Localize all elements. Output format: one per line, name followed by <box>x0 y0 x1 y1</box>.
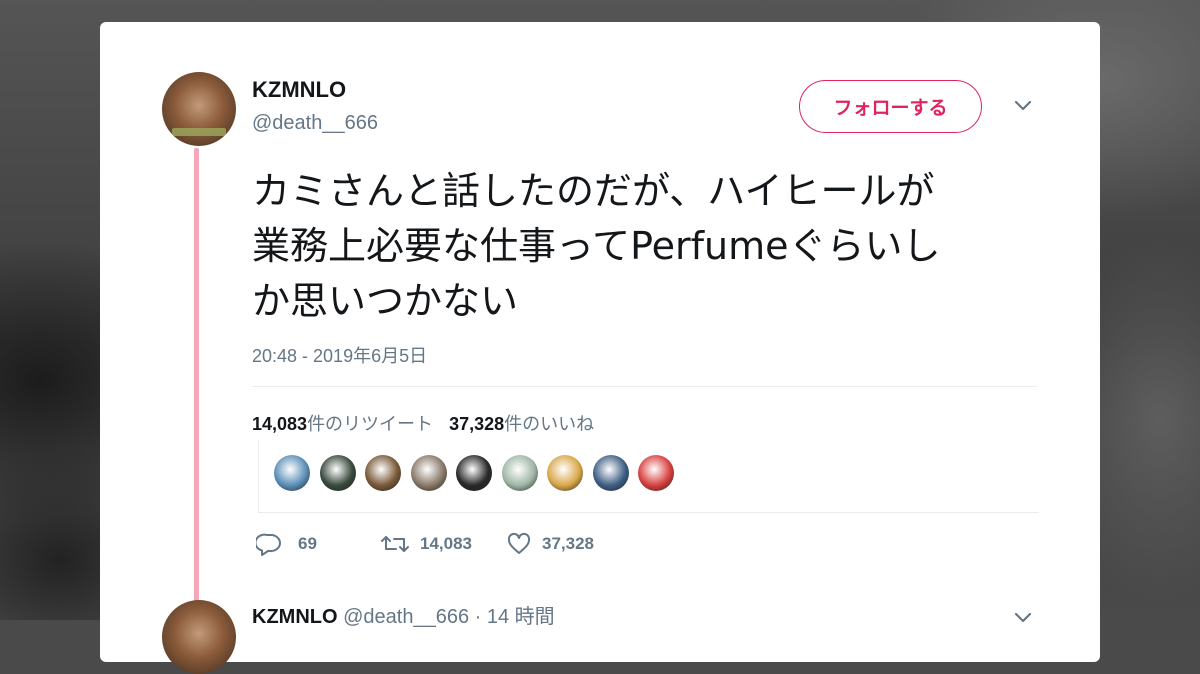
reply-icon <box>256 533 281 556</box>
reply-handle[interactable]: @death__666 <box>343 606 469 628</box>
tweet-timestamp[interactable]: 20:48 - 2019年6月5日 <box>252 342 427 368</box>
liker-avatar[interactable] <box>274 455 310 491</box>
liker-avatar[interactable] <box>547 455 583 491</box>
liker-avatar[interactable] <box>319 455 356 491</box>
reply-avatar[interactable] <box>162 600 236 674</box>
retweet-icon <box>381 536 409 552</box>
liker-avatar[interactable] <box>592 455 629 491</box>
likes-stat[interactable]: 37,328件のいいね <box>449 414 594 434</box>
tweet-text-line: 業務上必要な仕事ってPerfumeぐらいし <box>252 224 941 268</box>
reply-header: KZMNLO @death__666 · 14 時間 <box>252 600 555 629</box>
liker-avatar[interactable] <box>638 455 674 491</box>
heart-icon <box>507 532 531 554</box>
chevron-down-icon[interactable] <box>1012 94 1034 116</box>
divider <box>252 386 1037 387</box>
tweet-text: カミさんと話したのだが、ハイヒールが 業務上必要な仕事ってPerfumeぐらいし… <box>252 164 1052 329</box>
reply-time[interactable]: · 14 時間 <box>475 606 555 628</box>
thread-line <box>194 148 199 620</box>
chevron-down-icon[interactable] <box>1012 606 1034 628</box>
action-like-count: 37,328 <box>542 534 594 553</box>
follow-button[interactable]: フォローする <box>799 80 982 133</box>
retweet-count: 14,083 <box>252 414 308 434</box>
like-action[interactable]: 37,328 <box>506 532 594 556</box>
avatar[interactable] <box>162 72 236 146</box>
action-retweet-count: 14,083 <box>420 534 472 553</box>
reply-count: 69 <box>298 534 317 553</box>
reply-action[interactable]: 69 <box>256 532 317 556</box>
user-handle[interactable]: @death__666 <box>252 112 378 135</box>
liker-avatar[interactable] <box>365 455 401 491</box>
like-count: 37,328 <box>449 414 505 434</box>
retweet-label: 件のリツイート <box>307 414 434 434</box>
retweet-action[interactable]: 14,083 <box>380 532 472 556</box>
liker-avatar[interactable] <box>501 455 538 491</box>
tweet-text-line: カミさんと話したのだが、ハイヒールが <box>252 169 935 213</box>
liker-avatar[interactable] <box>456 455 492 491</box>
liker-avatar[interactable] <box>410 455 447 491</box>
display-name[interactable]: KZMNLO <box>252 77 346 103</box>
tweet-card: KZMNLO @death__666 フォローする カミさんと話したのだが、ハイ… <box>100 22 1100 674</box>
like-label: 件のいいね <box>504 414 595 434</box>
tweet-text-line: か思いつかない <box>252 279 519 323</box>
engagement-stats: 14,083件のリツイート 37,328件のいいね <box>252 410 594 436</box>
retweets-stat[interactable]: 14,083件のリツイート <box>252 414 433 434</box>
reply-display-name[interactable]: KZMNLO <box>252 606 338 628</box>
